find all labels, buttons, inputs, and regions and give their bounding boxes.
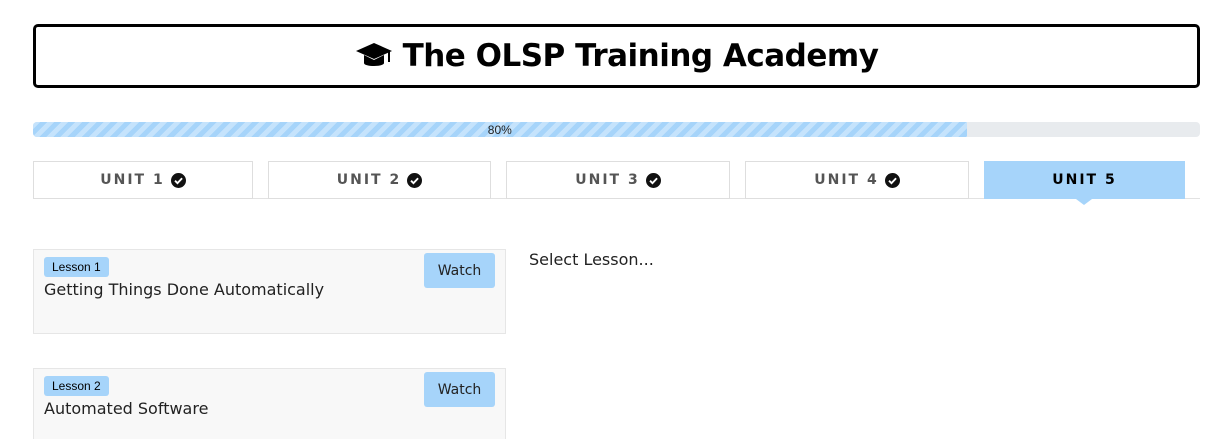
tab-label: UNIT 5 (1052, 172, 1117, 188)
watch-button[interactable]: Watch (424, 253, 495, 288)
course-progress-bar: 80% (33, 122, 1200, 137)
page-title: The OLSP Training Academy (355, 38, 879, 74)
tab-unit-1[interactable]: UNIT 1 (33, 161, 253, 199)
tab-label: UNIT 2 (336, 172, 402, 188)
lesson-badge: Lesson 1 (44, 257, 109, 277)
tab-label: UNIT 4 (814, 172, 879, 188)
lesson-badge: Lesson 2 (44, 376, 109, 396)
check-circle-icon (645, 172, 661, 188)
tab-label: UNIT 1 (100, 172, 165, 188)
academy-header: The OLSP Training Academy (33, 24, 1200, 88)
check-circle-icon (170, 172, 186, 188)
page-title-text: The OLSP Training Academy (402, 38, 879, 74)
lesson-card[interactable]: Lesson 1 Getting Things Done Automatical… (33, 249, 506, 334)
lesson-title: Automated Software (44, 399, 209, 418)
tab-unit-2[interactable]: UNIT 2 (268, 161, 491, 199)
progress-label: 80% (487, 122, 512, 137)
check-circle-icon (407, 172, 423, 188)
active-tab-pointer (1076, 199, 1092, 205)
tab-unit-3[interactable]: UNIT 3 (506, 161, 730, 199)
tab-unit-5[interactable]: UNIT 5 (984, 161, 1185, 199)
check-circle-icon (884, 172, 900, 188)
lesson-title: Getting Things Done Automatically (44, 280, 325, 299)
select-lesson-placeholder: Select Lesson... (529, 250, 654, 269)
lesson-card[interactable]: Lesson 2 Automated Software Watch (33, 368, 506, 439)
watch-button[interactable]: Watch (424, 372, 495, 407)
tab-label: UNIT 3 (575, 172, 640, 188)
graduation-cap-icon (355, 43, 392, 66)
tab-unit-4[interactable]: UNIT 4 (745, 161, 969, 199)
